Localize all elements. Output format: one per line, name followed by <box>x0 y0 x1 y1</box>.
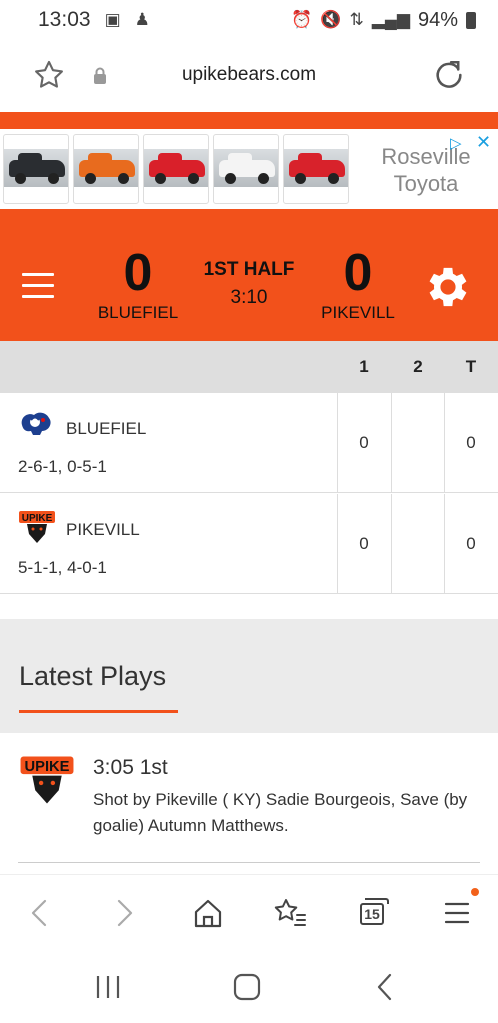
ad-close-icon[interactable]: ✕ <box>476 132 491 153</box>
url-bar: upikebears.com <box>0 40 498 112</box>
team-record: 5-1-1, 4-0-1 <box>18 558 107 577</box>
settings-gear-icon[interactable] <box>422 261 474 313</box>
ad-brand-line1: Roseville <box>381 144 471 169</box>
title-underline <box>19 710 178 713</box>
latest-plays-header: Latest Plays <box>0 619 498 733</box>
home-team-name: BLUEFIEL <box>97 303 179 322</box>
divider <box>18 862 480 863</box>
system-back-icon[interactable] <box>370 972 400 1002</box>
ad-brand-text[interactable]: Roseville Toyota <box>356 143 496 197</box>
play-time: 3:05 1st <box>93 756 168 779</box>
home-score: 0 <box>123 244 153 302</box>
total-score: 0 <box>466 534 476 553</box>
tab-count: 15 <box>360 903 384 925</box>
column-header-period-2: 2 <box>413 357 423 376</box>
list-item[interactable]: UPIKE 3:05 1st Shot by Pikeville ( KY) S… <box>0 733 498 861</box>
ad-brand-line2: Toyota <box>393 171 459 196</box>
box-score-header: 1 2 T <box>0 341 498 393</box>
ad-car-image[interactable] <box>73 134 139 204</box>
table-row[interactable]: BLUEFIEL 2-6-1, 0-5-1 0 0 <box>0 393 498 493</box>
total-score: 0 <box>466 433 476 452</box>
url-text[interactable]: upikebears.com <box>0 64 498 86</box>
hamburger-icon <box>444 902 470 924</box>
table-row[interactable]: UPIKE PIKEVILL 5-1-1, 4-0-1 0 0 <box>0 494 498 594</box>
column-header-period-1: 1 <box>359 357 369 376</box>
upike-logo-icon: UPIKE <box>19 511 55 543</box>
browser-menu-button[interactable] <box>438 893 478 933</box>
ad-car-image[interactable] <box>3 134 69 204</box>
play-description: Shot by Pikeville ( KY) Sadie Bourgeois,… <box>93 790 468 835</box>
tabs-button[interactable]: 15 <box>354 893 394 933</box>
battery-percent: 94% <box>417 8 458 31</box>
game-clock: 3:10 <box>230 287 268 308</box>
reload-icon[interactable] <box>432 58 466 92</box>
team-name: PIKEVILL <box>66 520 140 539</box>
bookmarks-icon[interactable] <box>270 893 310 933</box>
system-nav-bar <box>0 946 498 1023</box>
notification-icon: ▣ <box>104 10 121 29</box>
ad-car-image[interactable] <box>213 134 279 204</box>
period-1-score: 0 <box>359 433 369 452</box>
app-notification-icon: ♟ <box>134 10 150 29</box>
forward-icon[interactable] <box>104 893 144 933</box>
status-time: 13:03 <box>38 8 91 31</box>
period-1-score: 0 <box>359 534 369 553</box>
recent-apps-icon[interactable] <box>88 972 128 1002</box>
team-name: BLUEFIEL <box>66 419 147 438</box>
game-period: 1ST HALF <box>203 259 295 280</box>
menu-button[interactable] <box>22 273 54 299</box>
svg-text:UPIKE: UPIKE <box>25 759 70 775</box>
away-score: 0 <box>343 244 373 302</box>
scoreboard: 0 BLUEFIEL 1ST HALF 3:10 0 PIKEVILL <box>0 229 498 341</box>
top-orange-strip <box>0 112 498 129</box>
ad-banner[interactable]: Roseville Toyota ▷ ✕ <box>0 129 498 209</box>
adchoices-icon[interactable]: ▷ <box>450 134 462 152</box>
mute-icon: 🔇 <box>320 10 342 29</box>
data-transfer-icon: ⇅ <box>349 10 364 29</box>
away-team-name: PIKEVILL <box>321 303 395 322</box>
svg-text:UPIKE: UPIKE <box>22 513 53 524</box>
notification-dot <box>471 888 479 896</box>
ad-car-image[interactable] <box>143 134 209 204</box>
ad-car-image[interactable] <box>283 134 349 204</box>
latest-plays-title: Latest Plays <box>19 661 167 691</box>
back-icon[interactable] <box>20 893 60 933</box>
signal-icon: ▂▄▆ <box>371 10 410 29</box>
browser-bottom-nav: 15 <box>0 874 498 946</box>
mid-orange-strip <box>0 209 498 229</box>
status-bar: 13:03 ▣ ♟ ⏰ 🔇 ⇅ ▂▄▆ 94% <box>0 0 498 40</box>
team-record: 2-6-1, 0-5-1 <box>18 457 107 476</box>
home-icon[interactable] <box>188 893 228 933</box>
alarm-icon: ⏰ <box>291 10 313 29</box>
bluefield-logo-icon <box>21 412 51 435</box>
column-header-total: T <box>465 357 477 376</box>
upike-logo-icon: UPIKE <box>20 756 74 804</box>
battery-icon <box>466 11 476 29</box>
system-home-icon[interactable] <box>229 972 265 1002</box>
